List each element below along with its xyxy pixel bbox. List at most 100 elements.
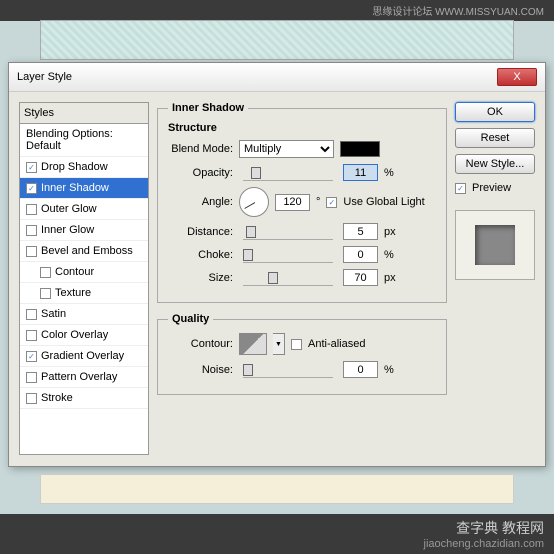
style-checkbox[interactable] (26, 225, 37, 236)
style-label: Bevel and Emboss (41, 245, 133, 257)
antialiased-label: Anti-aliased (308, 338, 365, 350)
preview-box (455, 210, 535, 280)
panel-title: Inner Shadow (168, 102, 248, 114)
noise-slider[interactable] (243, 362, 333, 378)
style-label: Inner Glow (41, 224, 94, 236)
inner-shadow-fieldset: Inner Shadow Structure Blend Mode: Multi… (157, 102, 447, 303)
style-item-stroke[interactable]: Stroke (20, 388, 148, 409)
style-item-contour[interactable]: Contour (20, 262, 148, 283)
style-label: Satin (41, 308, 66, 320)
style-checkbox[interactable] (26, 372, 37, 383)
size-row: Size: px (168, 269, 436, 286)
style-checkbox[interactable] (26, 204, 37, 215)
structure-title: Structure (168, 122, 436, 134)
global-light-label: Use Global Light (343, 196, 424, 208)
size-label: Size: (168, 272, 233, 284)
style-label: Pattern Overlay (41, 371, 117, 383)
contour-dropdown-icon[interactable]: ▼ (273, 333, 285, 355)
style-label: Outer Glow (41, 203, 97, 215)
layer-style-dialog: Layer Style X Styles Blending Options: D… (8, 62, 546, 467)
style-checkbox[interactable] (40, 288, 51, 299)
reset-button[interactable]: Reset (455, 128, 535, 148)
style-checkbox[interactable] (26, 393, 37, 404)
opacity-row: Opacity: % (168, 164, 436, 181)
angle-row: Angle: ° Use Global Light (168, 187, 436, 217)
style-checkbox[interactable] (26, 309, 37, 320)
choke-unit: % (384, 249, 402, 261)
style-item-pattern-overlay[interactable]: Pattern Overlay (20, 367, 148, 388)
distance-unit: px (384, 226, 402, 238)
style-item-gradient-overlay[interactable]: Gradient Overlay (20, 346, 148, 367)
angle-input[interactable] (275, 194, 310, 211)
close-icon: X (513, 71, 520, 83)
style-checkbox[interactable] (26, 183, 37, 194)
footer-url: jiaocheng.chazidian.com (424, 538, 544, 550)
style-checkbox[interactable] (26, 162, 37, 173)
noise-input[interactable] (343, 361, 378, 378)
dialog-title: Layer Style (17, 71, 72, 83)
style-checkbox[interactable] (26, 246, 37, 257)
styles-list: Drop Shadow Inner Shadow Outer Glow Inner G… (20, 157, 148, 409)
antialiased-checkbox[interactable] (291, 339, 302, 350)
preview-checkbox[interactable] (455, 183, 466, 194)
contour-label: Contour: (168, 338, 233, 350)
style-item-bevel-and-emboss[interactable]: Bevel and Emboss (20, 241, 148, 262)
angle-unit: ° (316, 196, 320, 208)
contour-picker[interactable] (239, 333, 267, 355)
noise-row: Noise: % (168, 361, 436, 378)
noise-unit: % (384, 364, 402, 376)
footer: 查字典 教程网 jiaocheng.chazidian.com (0, 514, 554, 554)
contour-row: Contour: ▼ Anti-aliased (168, 333, 436, 355)
global-light-checkbox[interactable] (326, 197, 337, 208)
quality-fieldset: Quality Contour: ▼ Anti-aliased Noise: % (157, 313, 447, 395)
style-item-inner-shadow[interactable]: Inner Shadow (20, 178, 148, 199)
opacity-input[interactable] (343, 164, 378, 181)
size-input[interactable] (343, 269, 378, 286)
style-item-outer-glow[interactable]: Outer Glow (20, 199, 148, 220)
style-checkbox[interactable] (26, 330, 37, 341)
blend-mode-select[interactable]: Multiply (239, 140, 334, 158)
size-slider[interactable] (243, 270, 333, 286)
ok-button[interactable]: OK (455, 102, 535, 122)
footer-title: 查字典 教程网 (456, 520, 544, 536)
styles-header[interactable]: Styles (20, 103, 148, 124)
main-panel: Inner Shadow Structure Blend Mode: Multi… (157, 102, 447, 455)
top-banner: 思缘设计论坛 WWW.MISSYUAN.COM (0, 0, 554, 21)
blending-options-row[interactable]: Blending Options: Default (20, 124, 148, 157)
distance-label: Distance: (168, 226, 233, 238)
style-item-inner-glow[interactable]: Inner Glow (20, 220, 148, 241)
distance-row: Distance: px (168, 223, 436, 240)
close-button[interactable]: X (497, 68, 537, 86)
quality-title: Quality (168, 313, 213, 325)
style-item-color-overlay[interactable]: Color Overlay (20, 325, 148, 346)
style-checkbox[interactable] (26, 351, 37, 362)
styles-panel: Styles Blending Options: Default Drop Sh… (19, 102, 149, 455)
preview-row: Preview (455, 182, 535, 194)
distance-slider[interactable] (243, 224, 333, 240)
bg-pattern-top (40, 20, 514, 60)
right-panel: OK Reset New Style... Preview (455, 102, 535, 455)
noise-label: Noise: (168, 364, 233, 376)
style-item-texture[interactable]: Texture (20, 283, 148, 304)
choke-input[interactable] (343, 246, 378, 263)
style-label: Color Overlay (41, 329, 108, 341)
blend-mode-row: Blend Mode: Multiply (168, 140, 436, 158)
size-unit: px (384, 272, 402, 284)
dialog-body: Styles Blending Options: Default Drop Sh… (9, 92, 545, 465)
style-label: Contour (55, 266, 94, 278)
opacity-unit: % (384, 167, 402, 179)
opacity-slider[interactable] (243, 165, 333, 181)
angle-dial[interactable] (239, 187, 269, 217)
blend-mode-label: Blend Mode: (168, 143, 233, 155)
angle-label: Angle: (168, 196, 233, 208)
color-swatch[interactable] (340, 141, 380, 157)
preview-thumbnail (475, 225, 515, 265)
style-label: Texture (55, 287, 91, 299)
style-label: Drop Shadow (41, 161, 108, 173)
style-item-satin[interactable]: Satin (20, 304, 148, 325)
style-item-drop-shadow[interactable]: Drop Shadow (20, 157, 148, 178)
new-style-button[interactable]: New Style... (455, 154, 535, 174)
choke-slider[interactable] (243, 247, 333, 263)
style-checkbox[interactable] (40, 267, 51, 278)
distance-input[interactable] (343, 223, 378, 240)
